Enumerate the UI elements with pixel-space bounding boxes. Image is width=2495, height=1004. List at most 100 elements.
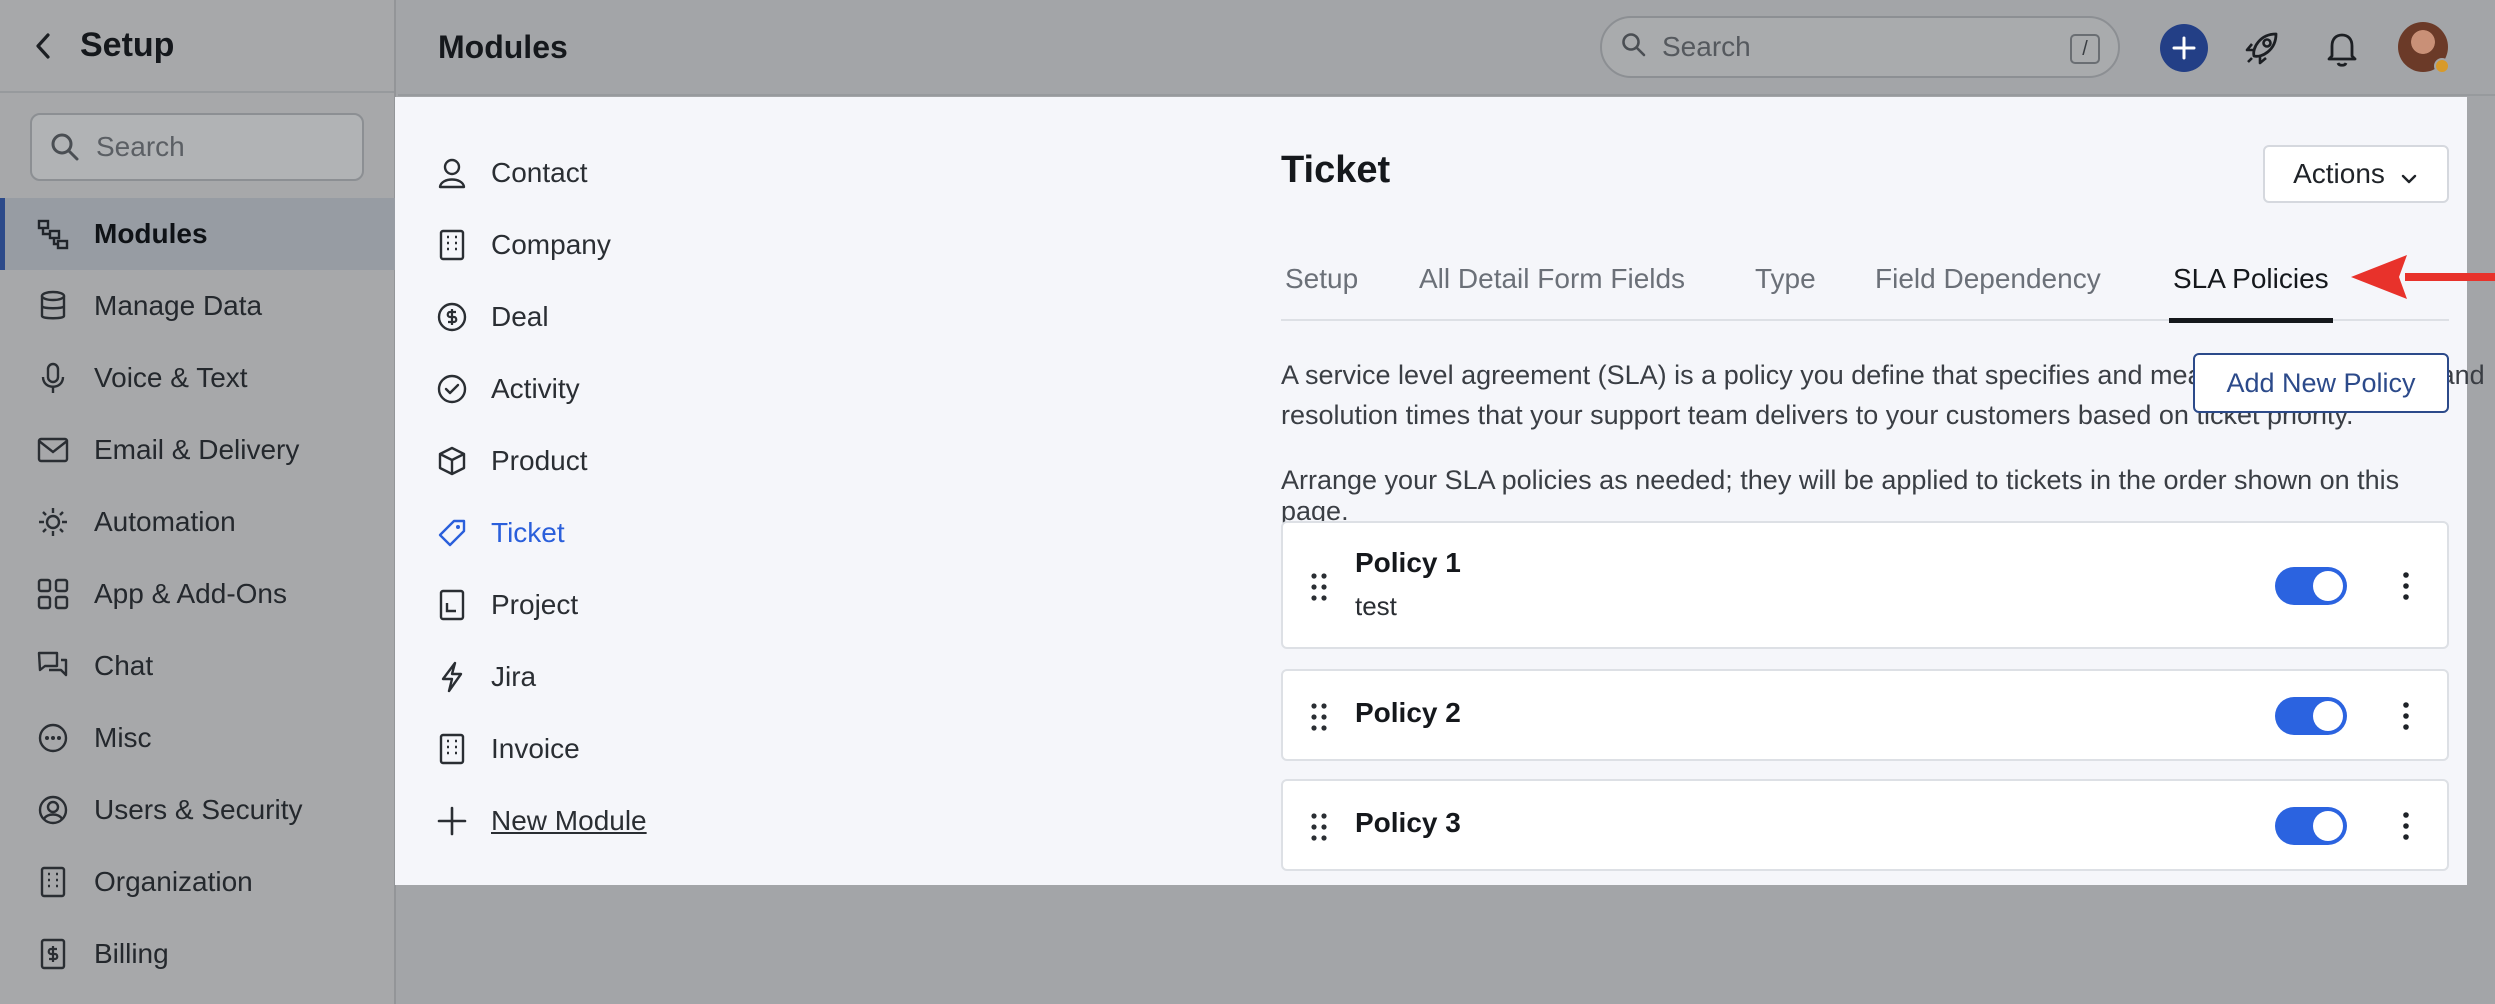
module-item-label: Product	[491, 445, 588, 476]
drag-handle-icon[interactable]	[1309, 571, 1329, 603]
sidebar-item-billing[interactable]: Billing	[0, 918, 396, 990]
sidebar-item-label: App & Add-Ons	[94, 578, 288, 609]
arrange-note: Arrange your SLA policies as needed; the…	[1281, 465, 2400, 526]
box-icon	[435, 444, 469, 478]
module-item-label: Company	[491, 229, 611, 260]
database-icon	[36, 289, 70, 323]
sidebar-item-voice-text[interactable]: Voice & Text	[0, 342, 396, 414]
new-module-link[interactable]: New Module	[395, 785, 875, 857]
policy-enabled-toggle[interactable]	[2275, 567, 2347, 605]
sidebar-item-label: Billing	[94, 938, 169, 969]
grid-icon	[36, 577, 70, 611]
status-dot	[2434, 58, 2450, 74]
hierarchy-icon	[36, 217, 70, 251]
ticket-icon	[435, 516, 469, 550]
sidebar-item-label: Organization	[94, 866, 253, 897]
check-circle-icon	[435, 372, 469, 406]
module-item-jira[interactable]: Jira	[395, 641, 875, 713]
policy-name: Policy 3	[1355, 807, 1461, 838]
microphone-icon	[36, 361, 70, 395]
toggle-knob	[2313, 811, 2343, 841]
more-options-icon[interactable]	[2401, 701, 2411, 731]
add-new-policy-button[interactable]: Add New Policy	[2193, 353, 2449, 413]
avatar[interactable]	[2398, 22, 2450, 74]
setup-search-input[interactable]: Search	[30, 113, 364, 181]
module-item-deal[interactable]: Deal	[395, 281, 875, 353]
annotation-arrow-icon	[2351, 255, 2495, 299]
page-title: Modules	[438, 28, 568, 65]
tab-bar: Setup All Detail Form Fields Type Field …	[1281, 257, 2449, 323]
sidebar-item-app-addons[interactable]: App & Add-Ons	[0, 558, 396, 630]
policy-row[interactable]: Policy 2	[1281, 669, 2449, 761]
modules-list: Contact Company Deal Activity Product Ti…	[395, 97, 875, 885]
tab-all-detail-form-fields[interactable]: All Detail Form Fields	[1419, 257, 1685, 321]
sidebar-item-modules[interactable]: Modules	[0, 198, 396, 270]
automation-gear-icon	[36, 505, 70, 539]
more-options-icon[interactable]	[2401, 811, 2411, 841]
rocket-icon[interactable]	[2240, 26, 2284, 70]
sidebar-item-manage-data[interactable]: Manage Data	[0, 270, 396, 342]
module-item-label: Activity	[491, 373, 580, 404]
sidebar-item-automation[interactable]: Automation	[0, 486, 396, 558]
actions-dropdown-button[interactable]: Actions	[2263, 145, 2449, 203]
sidebar-item-label: Manage Data	[94, 290, 263, 321]
module-item-label: Project	[491, 589, 579, 620]
module-item-ticket[interactable]: Ticket	[395, 497, 875, 569]
envelope-icon	[36, 433, 70, 467]
module-item-contact[interactable]: Contact	[395, 137, 875, 209]
setup-nav: Modules Manage Data Voice & Text Email &…	[0, 198, 396, 990]
module-item-label: Invoice	[491, 733, 580, 764]
module-item-invoice[interactable]: Invoice	[395, 713, 875, 785]
tab-field-dependency[interactable]: Field Dependency	[1875, 257, 2101, 321]
drag-handle-icon[interactable]	[1309, 701, 1329, 733]
policy-row[interactable]: Policy 3	[1281, 779, 2449, 871]
dollar-circle-icon	[435, 300, 469, 334]
sidebar-item-label: Automation	[94, 506, 236, 537]
toggle-knob	[2313, 571, 2343, 601]
sidebar-item-label: Voice & Text	[94, 362, 248, 393]
sidebar-item-email-delivery[interactable]: Email & Delivery	[0, 414, 396, 486]
global-search-input[interactable]: Search /	[1600, 16, 2120, 78]
back-arrow-icon[interactable]	[28, 31, 58, 61]
setup-sidebar: Setup Search Modules Manage Data Voice &…	[0, 0, 396, 1004]
sidebar-item-label: Chat	[94, 650, 154, 681]
setup-header: Setup	[0, 0, 394, 93]
tab-sla-policies[interactable]: SLA Policies	[2169, 257, 2333, 323]
keyboard-shortcut-badge: /	[2070, 34, 2100, 64]
tab-setup[interactable]: Setup	[1285, 257, 1358, 321]
more-options-icon[interactable]	[2401, 571, 2411, 601]
policy-row[interactable]: Policy 1 test	[1281, 521, 2449, 649]
modules-panel: Contact Company Deal Activity Product Ti…	[395, 97, 2495, 885]
module-item-product[interactable]: Product	[395, 425, 875, 497]
policy-enabled-toggle[interactable]	[2275, 697, 2347, 735]
policy-enabled-toggle[interactable]	[2275, 807, 2347, 845]
actions-label: Actions	[2293, 158, 2385, 189]
invoice-icon	[435, 732, 469, 766]
search-icon	[48, 130, 82, 164]
sidebar-item-organization[interactable]: Organization	[0, 846, 396, 918]
chevron-down-icon	[2399, 164, 2419, 184]
tab-type[interactable]: Type	[1755, 257, 1816, 321]
sidebar-item-misc[interactable]: Misc	[0, 702, 396, 774]
building-icon	[36, 865, 70, 899]
global-search-placeholder: Search	[1662, 31, 1751, 62]
new-module-label: New Module	[491, 805, 647, 836]
receipt-icon	[36, 937, 70, 971]
module-item-label: Deal	[491, 301, 549, 332]
chat-bubbles-icon	[36, 649, 70, 683]
notifications-bell-icon[interactable]	[2320, 26, 2364, 70]
policy-description: test	[1355, 591, 1397, 621]
toggle-knob	[2313, 701, 2343, 731]
module-item-label: Jira	[491, 661, 537, 692]
sidebar-item-users-security[interactable]: Users & Security	[0, 774, 396, 846]
section-title: Ticket	[1281, 149, 1391, 191]
module-item-project[interactable]: Project	[395, 569, 875, 641]
drag-handle-icon[interactable]	[1309, 811, 1329, 843]
module-item-company[interactable]: Company	[395, 209, 875, 281]
sidebar-item-label: Modules	[94, 218, 208, 249]
module-item-activity[interactable]: Activity	[395, 353, 875, 425]
module-item-label: Contact	[491, 157, 588, 188]
create-new-button[interactable]	[2160, 24, 2208, 72]
sidebar-item-chat[interactable]: Chat	[0, 630, 396, 702]
person-icon	[435, 156, 469, 190]
